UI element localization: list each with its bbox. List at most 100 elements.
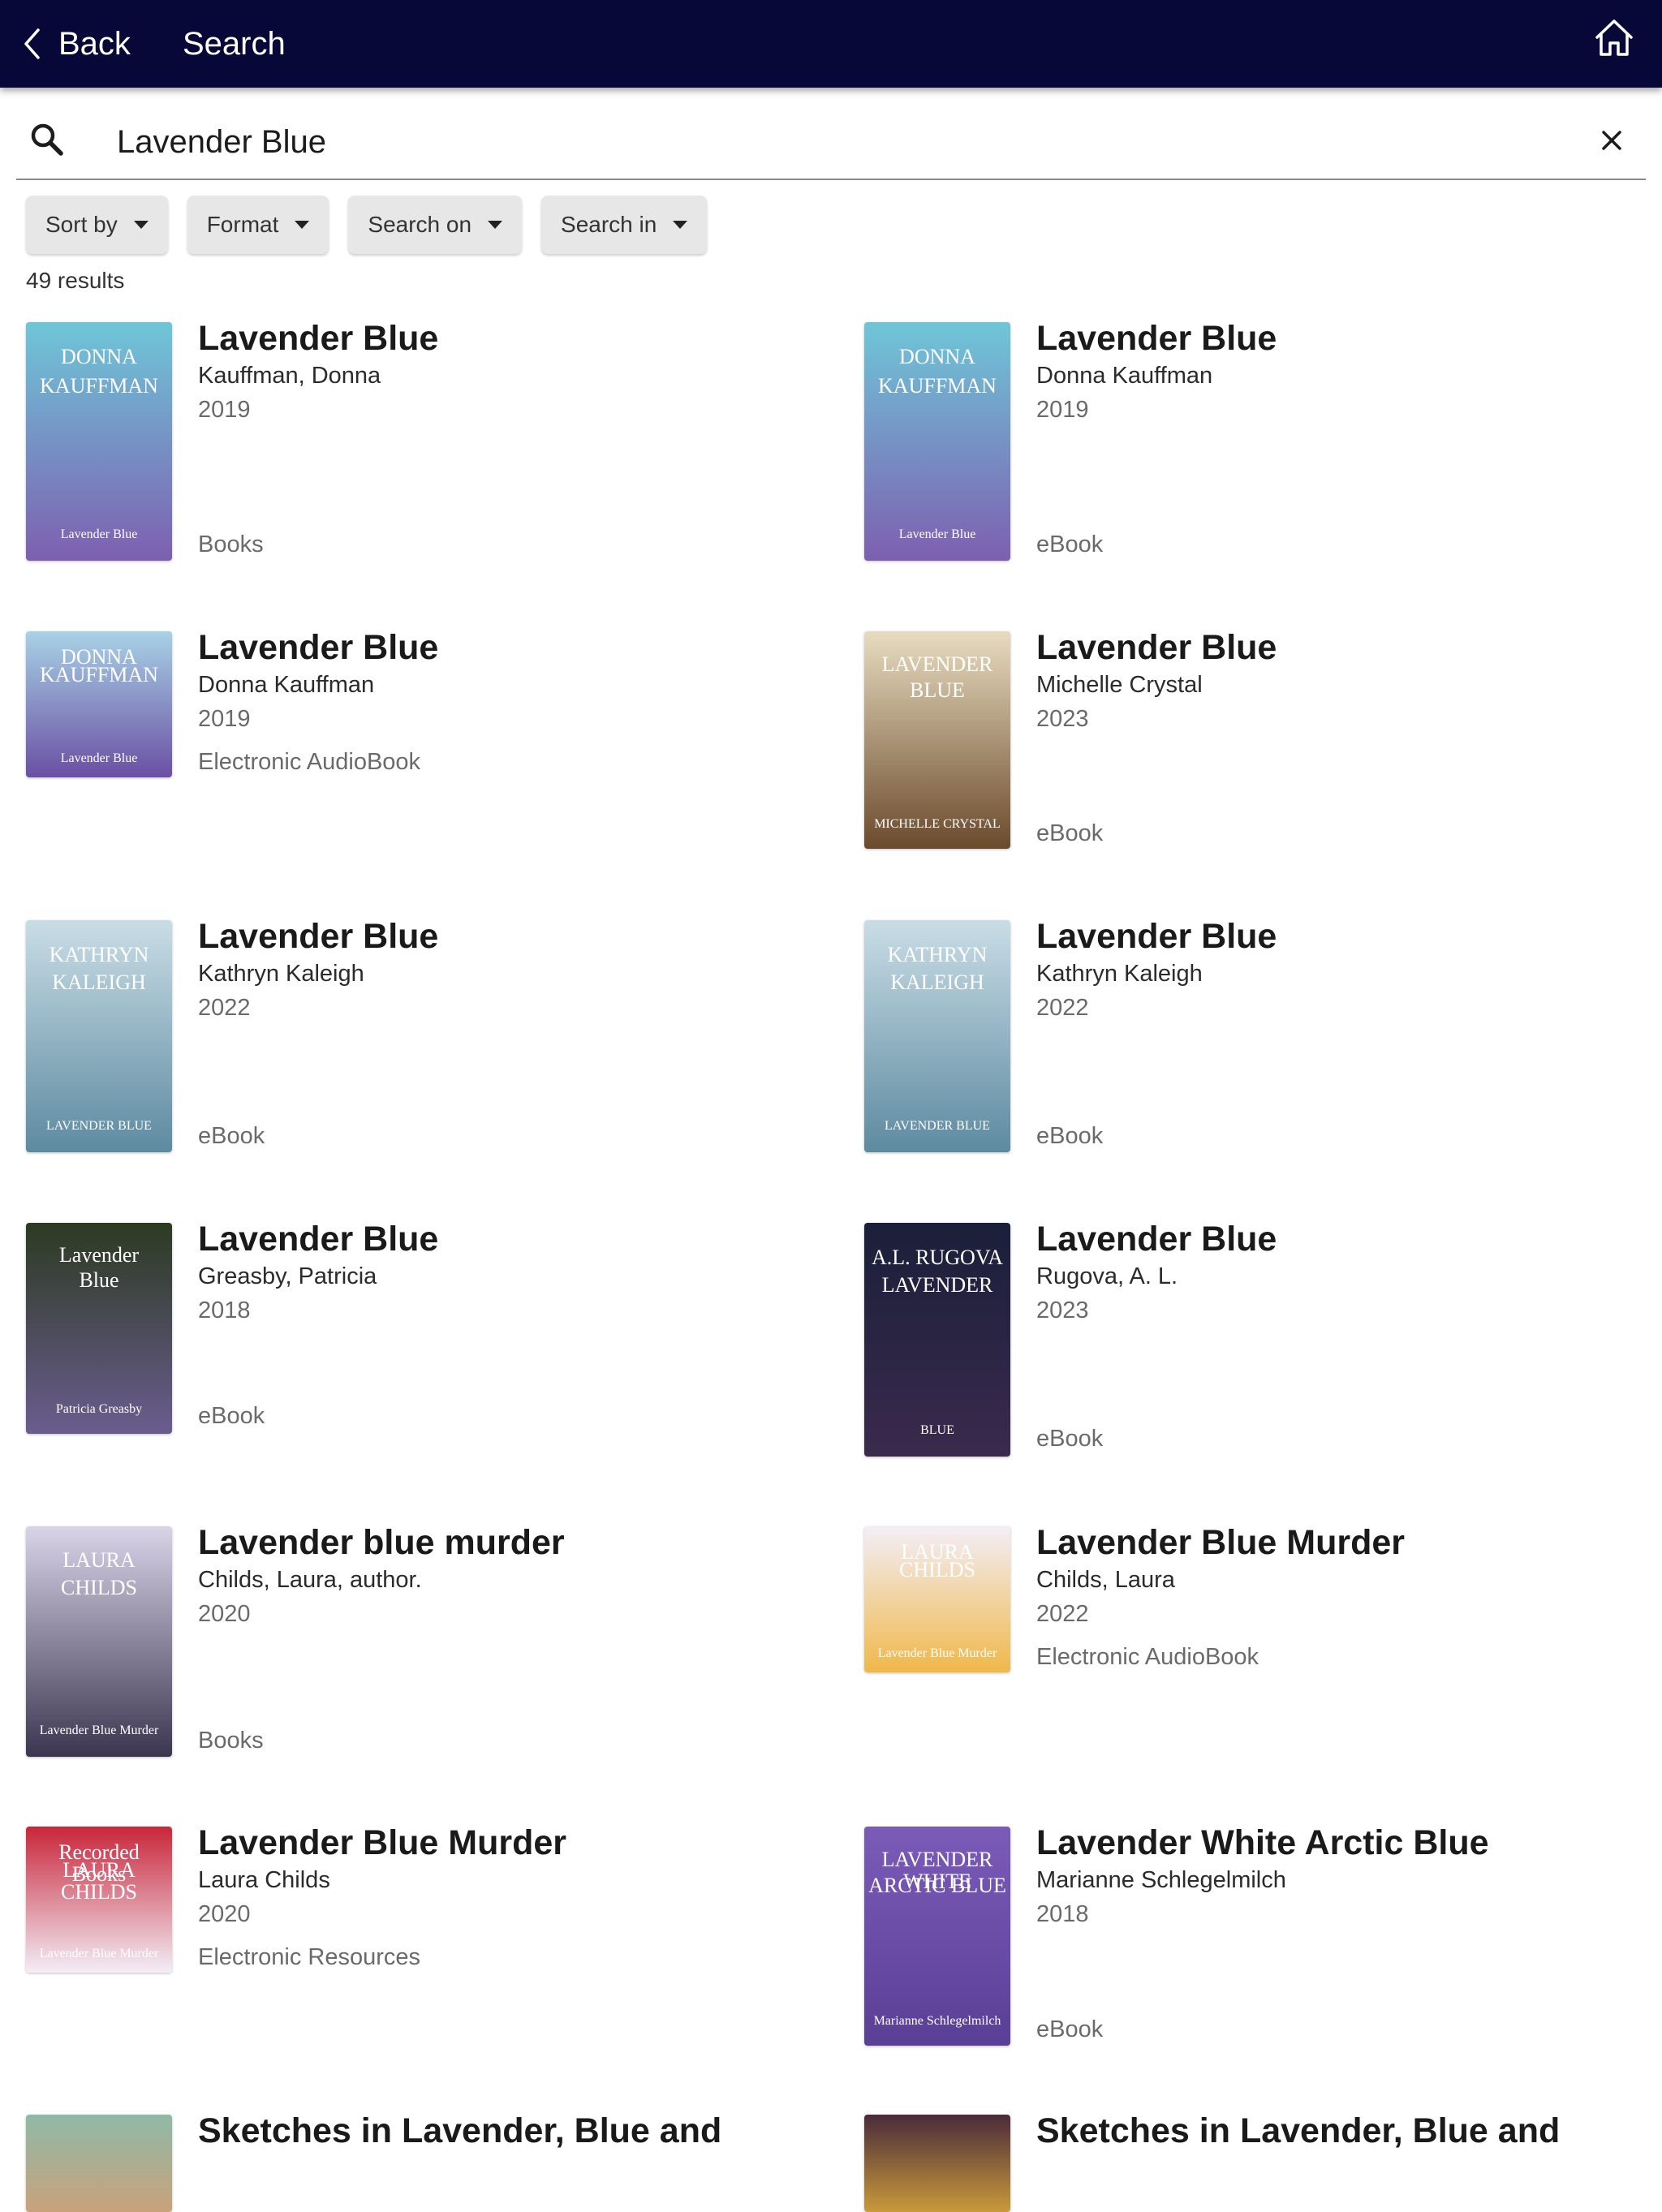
result-format: Books (198, 531, 264, 557)
search-on-dropdown[interactable]: Search on (348, 196, 523, 254)
cover-text-line1: LAURA (62, 1548, 136, 1573)
result-author: Rugova, A. L. (1036, 1263, 1178, 1289)
result-item[interactable]: LAURA CHILDS Lavender Blue Murder Lavender … (26, 1523, 805, 1757)
book-cover[interactable]: LAVENDER WHITE ARCTIC BLUE Marianne Schleg… (864, 1827, 1010, 2046)
cover-text-line1: KATHRYN (49, 942, 149, 966)
result-title[interactable]: Lavender Blue (1036, 1220, 1277, 1259)
result-year: 2020 (198, 1901, 251, 1927)
caret-down-icon (488, 221, 503, 229)
book-cover[interactable]: KATHRYN KALEIGH LAVENDER BLUE (864, 920, 1010, 1152)
result-title[interactable]: Lavender Blue (1036, 319, 1277, 359)
search-input[interactable] (117, 114, 1496, 170)
sort-by-label: Sort by (45, 212, 118, 237)
page-title: Search (183, 26, 286, 62)
back-button[interactable]: Back (23, 15, 131, 73)
cover-text-line1: Lavender (58, 1243, 140, 1267)
book-cover[interactable]: LAVENDER BLUE MICHELLE CRYSTAL (864, 631, 1010, 849)
result-info: Lavender Blue Michelle Crystal 2023 eBook (1036, 628, 1662, 849)
result-author: Childs, Laura, author. (198, 1567, 422, 1593)
cover-text-line3: Marianne Schlegelmilch (873, 2013, 1001, 2028)
result-info: Lavender Blue Rugova, A. L. 2023 eBook (1036, 1220, 1662, 1457)
result-title[interactable]: Lavender White Arctic Blue (1036, 1823, 1489, 1863)
caret-down-icon (673, 221, 688, 229)
result-info: Lavender Blue Murder Childs, Laura 2022 Ele… (1036, 1523, 1662, 1672)
result-info: Lavender blue murder Childs, Laura, autho… (198, 1523, 831, 1757)
book-cover[interactable]: DONNA KAUFFMAN Lavender Blue (864, 322, 1010, 561)
result-info: Lavender Blue Kathryn Kaleigh 2022 eBook (198, 917, 831, 1152)
result-format: Electronic AudioBook (1036, 1644, 1259, 1670)
book-cover[interactable]: Recorded Books LAURA CHILDS Lavender Blue … (26, 1827, 172, 1973)
result-item[interactable]: Lavender Blue Patricia Greasby Lavender Blu… (26, 1220, 805, 1434)
result-title[interactable]: Lavender Blue (198, 917, 438, 957)
cover-text-line3: Lavender Blue Murder (39, 1946, 159, 1960)
result-count: 49 results (26, 268, 125, 293)
result-item[interactable]: LAVENDER BLUE MICHELLE CRYSTAL Lavender Blu… (864, 628, 1643, 849)
book-cover[interactable]: LAURA CHILDS Lavender Blue Murder (864, 1526, 1010, 1672)
search-bar (16, 114, 1646, 180)
book-cover[interactable] (26, 2115, 172, 2212)
result-item[interactable]: Sketches in Lavender, Blue and (26, 2111, 805, 2212)
result-title[interactable]: Lavender Blue (198, 628, 438, 668)
result-title[interactable]: Sketches in Lavender, Blue and (198, 2111, 721, 2151)
result-item[interactable]: DONNA KAUFFMAN Lavender Blue Lavender Blue D… (864, 319, 1643, 561)
home-icon[interactable] (1592, 16, 1636, 60)
result-info: Sketches in Lavender, Blue and (1036, 2111, 1662, 2212)
result-title[interactable]: Lavender blue murder (198, 1523, 565, 1563)
result-year: 2022 (1036, 995, 1089, 1021)
cover-text-line1: A.L. RUGOVA (871, 1245, 1004, 1269)
result-author: Laura Childs (198, 1867, 330, 1893)
result-info: Lavender White Arctic Blue Marianne Schle… (1036, 1823, 1662, 2046)
filter-bar: Sort by Format Search on Search in (26, 196, 708, 254)
book-cover[interactable]: LAURA CHILDS Lavender Blue Murder (26, 1526, 172, 1757)
result-title[interactable]: Lavender Blue (198, 1220, 438, 1259)
cover-text-line3: LAVENDER BLUE (46, 1119, 152, 1134)
search-in-dropdown[interactable]: Search in (541, 196, 708, 254)
result-author: Donna Kauffman (198, 672, 375, 698)
result-title[interactable]: Lavender Blue Murder (1036, 1523, 1405, 1563)
result-title[interactable]: Sketches in Lavender, Blue and (1036, 2111, 1560, 2151)
result-format: eBook (1036, 531, 1104, 557)
cover-text-line3: Patricia Greasby (55, 1402, 143, 1417)
result-item[interactable]: Recorded Books LAURA CHILDS Lavender Blue … (26, 1823, 805, 1973)
result-author: Kathryn Kaleigh (198, 961, 364, 987)
result-item[interactable]: DONNA KAUFFMAN Lavender Blue Lavender Blue K… (26, 319, 805, 561)
book-cover[interactable]: DONNA KAUFFMAN Lavender Blue (26, 631, 172, 777)
search-in-label: Search in (561, 212, 657, 237)
book-cover[interactable]: A.L. RUGOVA LAVENDER BLUE (864, 1223, 1010, 1457)
result-item[interactable]: KATHRYN KALEIGH LAVENDER BLUE Lavender Blue… (26, 917, 805, 1152)
result-title[interactable]: Lavender Blue (198, 319, 438, 359)
result-year: 2022 (1036, 1601, 1089, 1627)
cover-text-line3: Lavender Blue (60, 527, 138, 541)
cover-text-line3: Lavender Blue Murder (39, 1724, 159, 1738)
book-cover[interactable]: DONNA KAUFFMAN Lavender Blue (26, 322, 172, 561)
close-icon[interactable] (1597, 126, 1626, 155)
sort-by-dropdown[interactable]: Sort by (26, 196, 168, 254)
back-label: Back (58, 25, 131, 62)
cover-text-line3: Lavender Blue (898, 527, 976, 541)
result-info: Lavender Blue Greasby, Patricia 2018 eBook (198, 1220, 831, 1434)
result-title[interactable]: Lavender Blue Murder (198, 1823, 566, 1863)
result-year: 2019 (1036, 397, 1089, 423)
result-format: Electronic AudioBook (198, 749, 421, 775)
cover-text-line1: LAVENDER (881, 652, 993, 676)
book-cover[interactable]: KATHRYN KALEIGH LAVENDER BLUE (26, 920, 172, 1152)
result-year: 2018 (1036, 1901, 1089, 1927)
caret-down-icon (133, 221, 149, 229)
result-year: 2022 (198, 995, 251, 1021)
result-item[interactable]: DONNA KAUFFMAN Lavender Blue Lavender Blue D… (26, 628, 805, 777)
top-navigation-bar: Back Search (0, 0, 1662, 88)
result-item[interactable]: A.L. RUGOVA LAVENDER BLUE Lavender Blue Rugo… (864, 1220, 1643, 1457)
result-item[interactable]: LAVENDER WHITE ARCTIC BLUE Marianne Schleg… (864, 1823, 1643, 2046)
cover-text-line3: Lavender Blue (60, 751, 138, 765)
format-label: Format (206, 212, 279, 237)
cover-text-line2: CHILDS (899, 1557, 975, 1582)
book-cover[interactable] (864, 2115, 1010, 2212)
result-item[interactable]: Sketches in Lavender, Blue and (864, 2111, 1643, 2212)
result-title[interactable]: Lavender Blue (1036, 917, 1277, 957)
result-item[interactable]: KATHRYN KALEIGH LAVENDER BLUE Lavender Blue… (864, 917, 1643, 1152)
format-dropdown[interactable]: Format (187, 196, 329, 254)
result-title[interactable]: Lavender Blue (1036, 628, 1277, 668)
result-item[interactable]: LAURA CHILDS Lavender Blue Murder Lavender … (864, 1523, 1643, 1672)
result-info: Lavender Blue Murder Laura Childs 2020 Elec… (198, 1823, 831, 1973)
book-cover[interactable]: Lavender Blue Patricia Greasby (26, 1223, 172, 1434)
